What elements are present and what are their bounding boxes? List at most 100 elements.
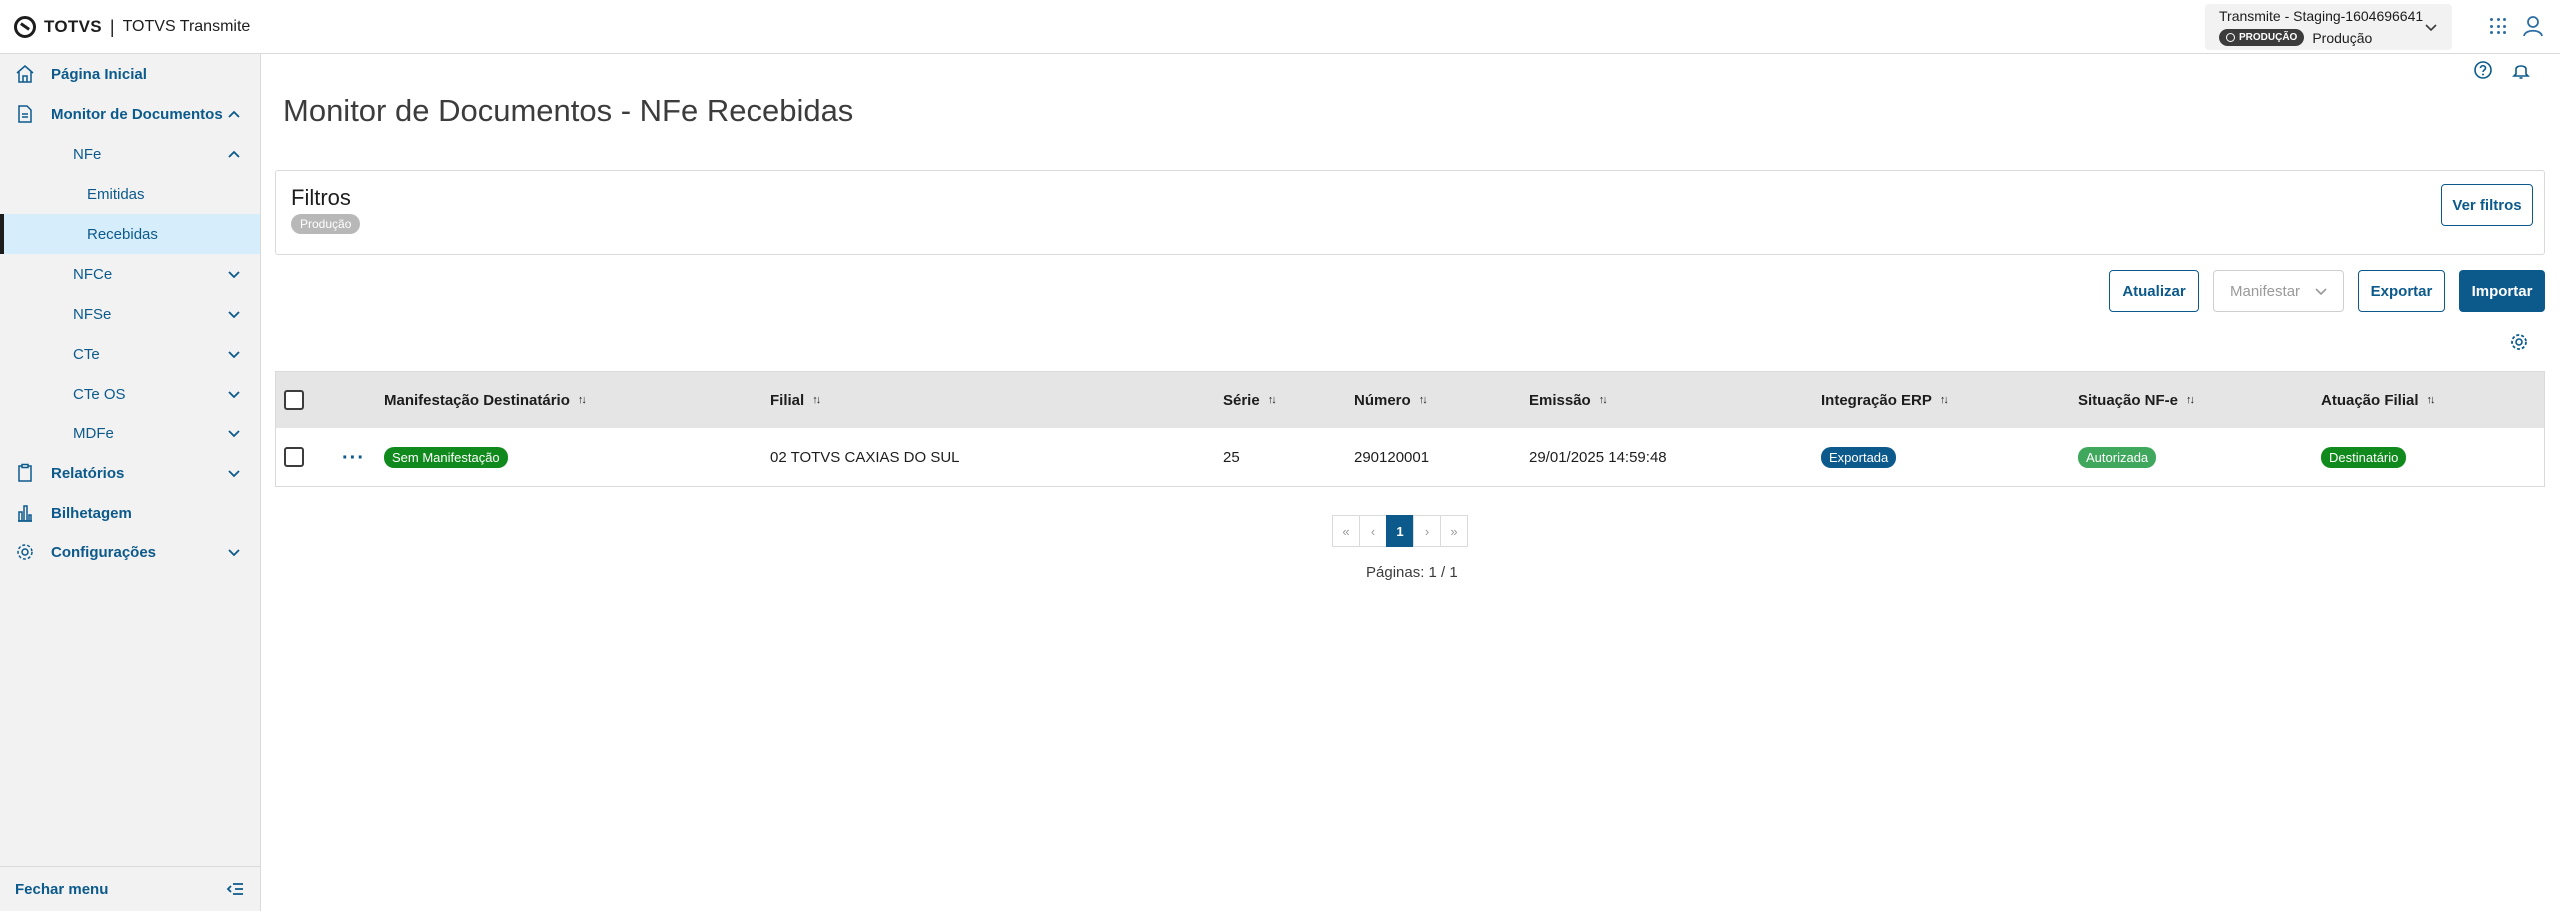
sidebar-item-label: Monitor de Documentos bbox=[51, 105, 223, 123]
column-label: Número bbox=[1354, 391, 1411, 409]
environment-badge: PRODUÇÃO bbox=[2219, 29, 2305, 46]
import-button[interactable]: Importar bbox=[2459, 270, 2545, 312]
sort-icon: ↑↓ bbox=[1598, 394, 1608, 406]
table-header: Manifestação Destinatário ↑↓ Filial ↑↓ S… bbox=[276, 372, 2544, 428]
more-horizontal-icon[interactable]: ··· bbox=[342, 447, 365, 470]
sort-icon: ↑↓ bbox=[2186, 394, 2195, 406]
column-manifestacao[interactable]: Manifestação Destinatário ↑↓ bbox=[384, 372, 587, 428]
sidebar-item-nfse[interactable]: NFSe bbox=[0, 294, 260, 334]
column-integracao[interactable]: Integração ERP ↑↓ bbox=[1821, 372, 1949, 428]
sidebar-item-label: Configurações bbox=[51, 543, 157, 561]
collapse-menu-icon bbox=[226, 883, 243, 895]
chart-bars-icon bbox=[18, 505, 32, 522]
filter-chip[interactable]: Produção bbox=[291, 214, 361, 234]
cell-numero: 290120001 bbox=[1354, 448, 1430, 466]
sidebar-item-recebidas[interactable]: Recebidas bbox=[0, 214, 260, 254]
documents-table: Manifestação Destinatário ↑↓ Filial ↑↓ S… bbox=[275, 371, 2545, 487]
last-page-button[interactable]: » bbox=[1440, 515, 1468, 547]
refresh-button[interactable]: Atualizar bbox=[2109, 270, 2199, 312]
app-name: TOTVS Transmite bbox=[122, 18, 251, 35]
status-badge: Destinatário bbox=[2321, 446, 2407, 468]
cell-manifestacao: Sem Manifestação bbox=[384, 428, 508, 486]
sidebar-item-label: CTe bbox=[73, 345, 100, 363]
sidebar-item-bilhetagem[interactable]: Bilhetagem bbox=[0, 493, 260, 533]
sort-icon: ↑↓ bbox=[577, 394, 587, 406]
page-number-button[interactable]: 1 bbox=[1386, 515, 1414, 547]
cell-filial: 02 TOTVS CAXIAS DO SUL bbox=[770, 448, 960, 466]
chevron-down-icon bbox=[228, 271, 240, 279]
cell-serie: 25 bbox=[1223, 448, 1240, 466]
column-emissao[interactable]: Emissão ↑↓ bbox=[1529, 372, 1608, 428]
status-badge: Exportada bbox=[1821, 446, 1897, 468]
sidebar-item-label: NFSe bbox=[73, 305, 112, 323]
environment-subtitle: Produção bbox=[2312, 29, 2373, 46]
row-checkbox[interactable] bbox=[284, 447, 304, 467]
gear-icon[interactable] bbox=[2509, 332, 2529, 352]
chevron-down-icon bbox=[228, 430, 240, 438]
chevron-down-icon bbox=[2425, 24, 2437, 32]
manifest-dropdown: Manifestar bbox=[2213, 270, 2344, 312]
column-numero[interactable]: Número ↑↓ bbox=[1354, 372, 1428, 428]
gear-icon bbox=[17, 544, 33, 560]
sidebar: Página Inicial Monitor de Documentos NFe… bbox=[0, 54, 261, 911]
user-icon[interactable] bbox=[2522, 15, 2544, 37]
column-filial[interactable]: Filial ↑↓ bbox=[770, 372, 821, 428]
sidebar-item-label: Recebidas bbox=[87, 225, 158, 243]
sidebar-item-monitor[interactable]: Monitor de Documentos bbox=[0, 94, 260, 134]
sidebar-item-label: CTe OS bbox=[73, 385, 126, 403]
filters-panel: Filtros Produção Ver filtros bbox=[275, 170, 2545, 255]
sort-icon: ↑↓ bbox=[1418, 394, 1428, 406]
column-label: Emissão bbox=[1529, 391, 1591, 409]
next-page-button[interactable]: › bbox=[1413, 515, 1441, 547]
close-menu-label: Fechar menu bbox=[15, 880, 109, 898]
sidebar-item-label: Relatórios bbox=[51, 464, 125, 482]
environment-badge-label: PRODUÇÃO bbox=[2239, 32, 2298, 43]
sidebar-item-cte[interactable]: CTe bbox=[0, 334, 260, 374]
sidebar-item-nfce[interactable]: NFCe bbox=[0, 254, 260, 294]
export-button[interactable]: Exportar bbox=[2358, 270, 2445, 312]
column-atuacao[interactable]: Atuação Filial ↑↓ bbox=[2321, 372, 2436, 428]
globe-icon bbox=[2226, 33, 2235, 42]
column-label: Série bbox=[1223, 391, 1260, 409]
sidebar-item-label: Página Inicial bbox=[51, 65, 147, 83]
clipboard-icon bbox=[18, 463, 32, 482]
sidebar-item-emitidas[interactable]: Emitidas bbox=[0, 174, 260, 214]
chevron-down-icon bbox=[2315, 288, 2327, 296]
column-label: Atuação Filial bbox=[2321, 391, 2419, 409]
document-icon bbox=[18, 105, 32, 123]
sidebar-item-label: Bilhetagem bbox=[51, 504, 132, 522]
bell-icon[interactable] bbox=[2511, 60, 2531, 80]
sidebar-item-label: MDFe bbox=[73, 424, 114, 442]
help-icon[interactable] bbox=[2473, 60, 2493, 80]
cell-integracao: Exportada bbox=[1821, 428, 1897, 486]
sidebar-item-cte-os[interactable]: CTe OS bbox=[0, 374, 260, 414]
sidebar-item-configuracoes[interactable]: Configurações bbox=[0, 532, 260, 572]
column-situacao[interactable]: Situação NF-e ↑↓ bbox=[2078, 372, 2195, 428]
cell-atuacao: Destinatário bbox=[2321, 428, 2407, 486]
top-bar: TOTVS | TOTVS Transmite Transmite - Stag… bbox=[0, 0, 2560, 54]
environment-selector[interactable]: Transmite - Staging-1604696641... PRODUÇ… bbox=[2205, 4, 2452, 50]
status-badge: Sem Manifestação bbox=[384, 446, 508, 468]
sidebar-item-mdfe[interactable]: MDFe bbox=[0, 413, 260, 453]
prev-page-button[interactable]: ‹ bbox=[1359, 515, 1387, 547]
pages-indicator: Páginas: 1 / 1 bbox=[1366, 564, 1458, 581]
select-all-checkbox[interactable] bbox=[284, 390, 304, 410]
sidebar-item-relatorios[interactable]: Relatórios bbox=[0, 453, 260, 493]
sidebar-item-nfe[interactable]: NFe bbox=[0, 134, 260, 174]
manifest-label: Manifestar bbox=[2230, 282, 2301, 300]
sidebar-item-label: NFe bbox=[73, 145, 102, 163]
view-filters-button[interactable]: Ver filtros bbox=[2441, 184, 2533, 226]
environment-title: Transmite - Staging-1604696641... bbox=[2219, 8, 2424, 24]
first-page-button[interactable]: « bbox=[1332, 515, 1360, 547]
column-serie[interactable]: Série ↑↓ bbox=[1223, 372, 1277, 428]
column-label: Situação NF-e bbox=[2078, 391, 2179, 409]
chevron-up-icon bbox=[228, 150, 240, 158]
apps-grid-icon[interactable] bbox=[2490, 18, 2506, 34]
status-badge: Autorizada bbox=[2078, 446, 2157, 468]
sidebar-item-home[interactable]: Página Inicial bbox=[0, 54, 260, 94]
column-label: Filial bbox=[770, 391, 805, 409]
sort-icon: ↑↓ bbox=[812, 394, 821, 406]
table-row[interactable]: ··· Sem Manifestação 02 TOTVS CAXIAS DO … bbox=[276, 428, 2544, 486]
close-menu-button[interactable]: Fechar menu bbox=[0, 866, 260, 911]
cell-emissao: 29/01/2025 14:59:48 bbox=[1529, 448, 1667, 466]
